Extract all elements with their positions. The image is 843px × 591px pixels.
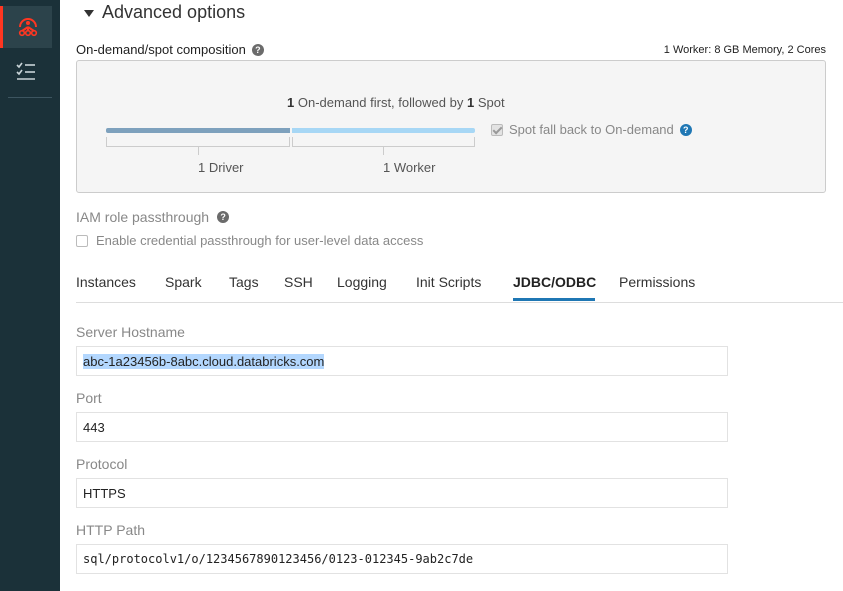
tab-jdbc-odbc[interactable]: JDBC/ODBC <box>513 274 596 290</box>
help-icon[interactable]: ? <box>679 123 692 136</box>
server-hostname-field[interactable]: abc-1a23456b-8abc.cloud.databricks.com <box>76 346 728 376</box>
sidebar-divider <box>8 97 52 98</box>
ondemand-count: 1 <box>287 95 295 110</box>
spot-fallback-checkbox[interactable] <box>491 123 503 136</box>
worker-bracket <box>292 137 475 147</box>
http-path-field[interactable]: sql/protocolv1/o/1234567890123456/0123-0… <box>76 544 728 574</box>
credential-passthrough-checkbox[interactable] <box>76 234 88 247</box>
port-field[interactable]: 443 <box>76 412 728 442</box>
config-tabs: Instances Spark Tags SSH Logging Init Sc… <box>76 266 843 303</box>
tab-spark[interactable]: Spark <box>165 274 202 290</box>
clusters-icon <box>18 18 37 37</box>
help-icon[interactable]: ? <box>217 211 230 223</box>
composition-label: On-demand/spot composition <box>76 42 246 57</box>
http-path-value: sql/protocolv1/o/1234567890123456/0123-0… <box>83 552 474 566</box>
port-label: Port <box>76 390 102 406</box>
driver-bar[interactable] <box>106 128 290 133</box>
worker-label: 1 Worker <box>383 160 436 175</box>
http-path-label: HTTP Path <box>76 522 145 538</box>
worker-tick <box>383 147 384 155</box>
port-value: 443 <box>83 419 105 435</box>
spot-fallback-row: Spot fall back to On-demand ? <box>491 122 692 137</box>
tab-permissions[interactable]: Permissions <box>619 274 695 290</box>
driver-tick <box>198 147 199 155</box>
caption-end: Spot <box>477 95 505 110</box>
server-hostname-label: Server Hostname <box>76 324 185 340</box>
caret-down-icon <box>84 10 94 17</box>
advanced-options-title: Advanced options <box>102 2 246 22</box>
protocol-label: Protocol <box>76 456 128 472</box>
sidebar-item-jobs[interactable] <box>0 52 52 92</box>
protocol-value: HTTPS <box>83 485 126 501</box>
help-icon[interactable]: ? <box>251 43 264 56</box>
driver-bracket <box>106 137 290 147</box>
active-tab-indicator <box>513 298 595 301</box>
tab-init-scripts[interactable]: Init Scripts <box>416 274 481 290</box>
worker-spec: 1 Worker: 8 GB Memory, 2 Cores <box>663 44 826 56</box>
left-sidebar <box>0 0 60 591</box>
tab-instances[interactable]: Instances <box>76 274 136 290</box>
driver-label: 1 Driver <box>198 160 244 175</box>
iam-role-label: IAM role passthrough <box>76 209 210 225</box>
jobs-checklist-icon <box>16 62 35 80</box>
worker-bar[interactable] <box>292 128 475 133</box>
protocol-field[interactable]: HTTPS <box>76 478 728 508</box>
composition-caption: 1 On-demand first, followed by 1 Spot <box>287 95 505 110</box>
credential-passthrough-label: Enable credential passthrough for user-l… <box>96 233 424 248</box>
sidebar-item-clusters[interactable] <box>0 6 52 48</box>
spot-fallback-label: Spot fall back to On-demand <box>509 122 674 137</box>
tab-ssh[interactable]: SSH <box>284 274 313 290</box>
spot-count: 1 <box>466 95 475 110</box>
tab-logging[interactable]: Logging <box>337 274 387 290</box>
caption-middle: On-demand first, followed by <box>297 95 464 110</box>
composition-panel: 1 On-demand first, followed by 1 Spot 1 … <box>76 60 826 193</box>
composition-label-row: On-demand/spot composition ? <box>76 42 264 57</box>
server-hostname-value: abc-1a23456b-8abc.cloud.databricks.com <box>83 353 325 369</box>
iam-label-row: IAM role passthrough ? <box>76 209 230 225</box>
advanced-options-toggle[interactable]: Advanced options <box>84 2 245 23</box>
tab-tags[interactable]: Tags <box>229 274 259 290</box>
credential-passthrough-row: Enable credential passthrough for user-l… <box>76 233 423 248</box>
